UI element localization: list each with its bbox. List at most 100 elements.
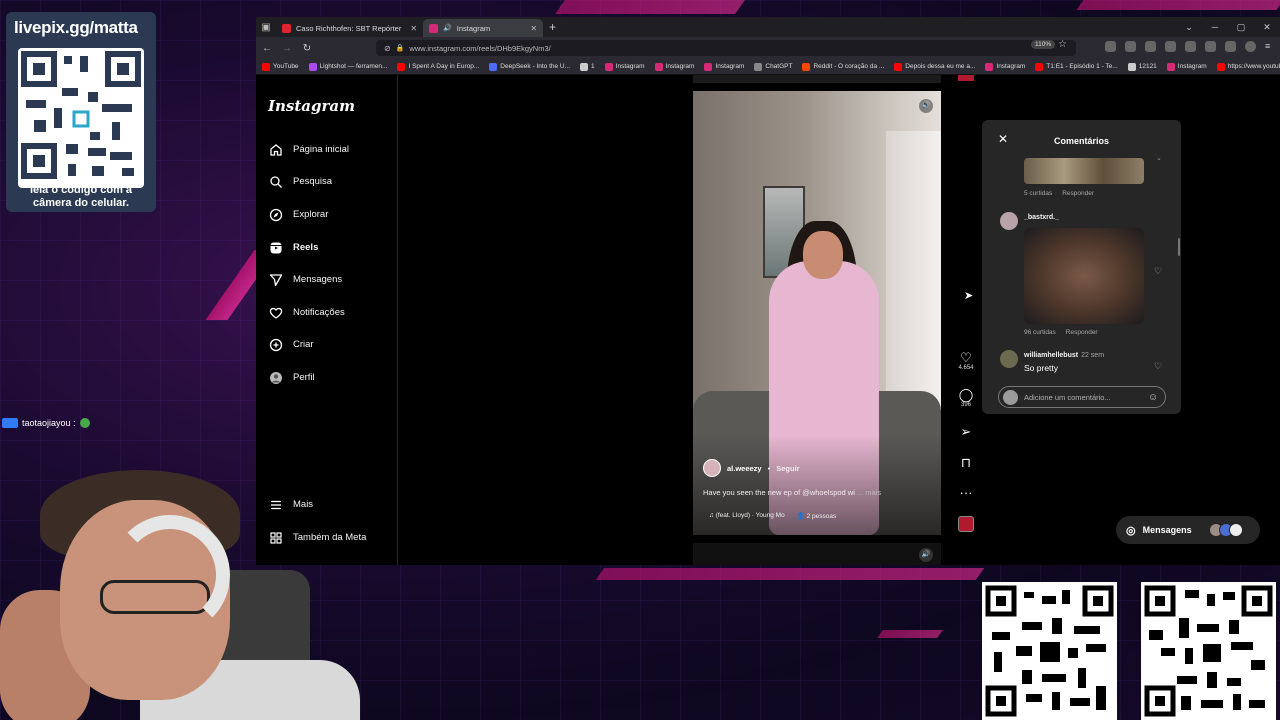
bookmark-favicon-icon: [262, 62, 270, 71]
lock-icon[interactable]: 🔒: [396, 44, 405, 52]
reply-button[interactable]: Responder: [1062, 190, 1094, 197]
reply-button[interactable]: Responder: [1066, 329, 1098, 336]
tab-list-icon[interactable]: ⌄: [1176, 17, 1202, 37]
background-stripe: [595, 568, 985, 580]
bookmark-item[interactable]: Lightshot — ferramen...: [308, 62, 388, 71]
next-reel[interactable]: [693, 543, 941, 565]
nav-item-reels[interactable]: Reels: [268, 240, 318, 255]
bookmark-item[interactable]: Instagram: [704, 62, 744, 71]
new-tab-icon[interactable]: +: [549, 20, 556, 34]
background-stripe: [555, 0, 745, 14]
speaker-icon[interactable]: 🔊: [443, 24, 452, 32]
nav-label: Explorar: [293, 209, 329, 220]
volume-icon[interactable]: 🔊: [919, 548, 933, 562]
comment-meta: 5 curtidas Responder: [1024, 190, 1094, 197]
extension-icon[interactable]: [1145, 41, 1156, 52]
bookmark-item[interactable]: YouTube: [262, 62, 299, 71]
comment-likes[interactable]: 96 curtidas: [1024, 329, 1056, 336]
reel-audio-link[interactable]: ♫ (feat. Lloyd) · Young Mo: [709, 512, 785, 520]
reel-video[interactable]: 🔊 al.weeezy • Seguir Have you seen the n…: [693, 91, 941, 535]
more-options-button[interactable]: ···: [954, 486, 978, 500]
forward-icon[interactable]: →: [278, 43, 296, 54]
like-button[interactable]: ♡ 4.654: [954, 351, 978, 372]
bookmark-item[interactable]: Instagram: [985, 62, 1025, 71]
heart-icon[interactable]: ♡: [1154, 361, 1162, 372]
tab-instagram[interactable]: 🔊 Instagram ✕: [423, 19, 544, 37]
share-button[interactable]: ➢: [954, 425, 978, 439]
minimize-icon[interactable]: ─: [1202, 17, 1228, 37]
avatar[interactable]: [1000, 350, 1018, 368]
chevron-down-icon[interactable]: ⌄: [1156, 154, 1162, 162]
avatar[interactable]: [703, 459, 721, 477]
bookmark-item[interactable]: https://www.youtube....: [1216, 62, 1280, 71]
extension-icon[interactable]: [1225, 41, 1236, 52]
heart-icon[interactable]: ♡: [1154, 266, 1162, 277]
follow-button[interactable]: Seguir: [776, 464, 799, 473]
extension-icon[interactable]: [1185, 41, 1196, 52]
close-tab-icon[interactable]: ✕: [530, 24, 537, 33]
tracking-protection-icon[interactable]: ⊘: [384, 44, 391, 53]
bookmark-item[interactable]: I Spent A Day in Europ...: [397, 62, 479, 71]
previous-reel[interactable]: [693, 75, 941, 83]
extension-icons: ≡: [1105, 41, 1276, 52]
bookmark-item[interactable]: Instagram: [1166, 62, 1207, 71]
bookmark-star-icon[interactable]: ☆: [1058, 39, 1067, 50]
save-button[interactable]: ⊓: [954, 456, 978, 470]
comment-username[interactable]: williamhellebust: [1024, 352, 1078, 359]
nav-item-plus[interactable]: Criar: [268, 337, 314, 352]
nav-item-heart[interactable]: Notificações: [268, 305, 345, 320]
close-window-icon[interactable]: ✕: [1254, 17, 1280, 37]
reload-icon[interactable]: ↻: [298, 43, 316, 54]
volume-icon[interactable]: 🔊: [919, 99, 933, 113]
bookmark-item[interactable]: ChatGPT: [754, 62, 792, 71]
comment-image[interactable]: [1024, 158, 1144, 184]
back-icon[interactable]: ←: [258, 43, 276, 54]
extension-icon[interactable]: [1165, 41, 1176, 52]
nav-item-home[interactable]: Página inicial: [268, 142, 349, 157]
close-tab-icon[interactable]: ✕: [410, 24, 417, 33]
bookmark-item[interactable]: Instagram: [604, 62, 645, 71]
home-icon: [268, 142, 283, 157]
menu-icon[interactable]: ≡: [1265, 41, 1276, 52]
bookmark-item[interactable]: 1: [580, 62, 595, 71]
tab-overview-icon[interactable]: ▣: [256, 17, 276, 37]
bookmark-item[interactable]: T1:E1 - Episódio 1 - Te...: [1035, 62, 1118, 71]
bookmark-item[interactable]: 12121: [1127, 62, 1157, 71]
emoji-icon[interactable]: ☺: [1148, 392, 1158, 403]
profile-icon[interactable]: [1245, 41, 1256, 52]
scrollbar[interactable]: [1178, 238, 1180, 256]
tab-sbt[interactable]: Caso Richthofen: SBT Repórter ✕: [276, 19, 423, 37]
nav-item-menu[interactable]: Mais: [268, 497, 313, 512]
audio-thumbnail[interactable]: [958, 75, 974, 81]
audio-thumbnail[interactable]: [958, 516, 974, 532]
livepix-qr-panel: livepix.gg/matta leia o código com a câm…: [6, 12, 156, 212]
nav-item-send[interactable]: Mensagens: [268, 272, 342, 287]
comment-username[interactable]: _bastxrd._: [1024, 214, 1059, 221]
nav-item-meta[interactable]: Também da Meta: [268, 530, 366, 545]
nav-item-profile[interactable]: Perfil: [268, 370, 315, 385]
bookmark-label: https://www.youtube....: [1227, 63, 1280, 70]
caption-more-link[interactable]: ... mais: [857, 488, 881, 497]
nav-item-compass[interactable]: Explorar: [268, 207, 328, 222]
bookmark-item[interactable]: Depois dessa eu me a...: [894, 62, 975, 71]
extension-icon[interactable]: [1105, 41, 1116, 52]
bookmark-item[interactable]: Instagram: [654, 62, 694, 71]
extension-icon[interactable]: [1205, 41, 1216, 52]
comment-image[interactable]: [1024, 228, 1144, 324]
comment-likes[interactable]: 5 curtidas: [1024, 190, 1052, 197]
nav-item-search[interactable]: Pesquisa: [268, 174, 332, 189]
bookmark-label: Lightshot — ferramen...: [319, 63, 388, 70]
reel-username[interactable]: al.weeezy: [727, 464, 762, 473]
extension-icon[interactable]: [1125, 41, 1136, 52]
maximize-icon[interactable]: ▢: [1228, 17, 1254, 37]
zoom-level[interactable]: 110%: [1031, 40, 1056, 49]
tagged-people-link[interactable]: 👤 2 pessoas: [797, 512, 837, 520]
instagram-logo[interactable]: Instagram: [268, 97, 355, 115]
avatar[interactable]: [1000, 212, 1018, 230]
comment-input[interactable]: [1024, 392, 1142, 402]
bookmark-item[interactable]: DeepSeek - Into the U...: [489, 62, 570, 71]
bookmark-item[interactable]: Reddit - O coração da ...: [802, 62, 884, 71]
messages-button[interactable]: ◎ Mensagens: [1116, 516, 1260, 544]
url-field[interactable]: ⊘ 🔒 www.instagram.com/reels/DHb9EkgyNm3/: [376, 40, 1076, 56]
comment-button[interactable]: ◯ 396: [954, 388, 978, 409]
